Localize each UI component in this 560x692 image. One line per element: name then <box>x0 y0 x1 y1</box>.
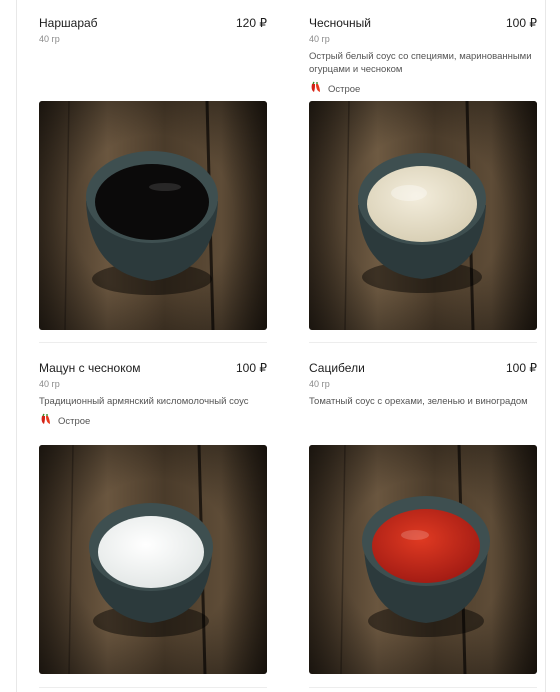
card-divider <box>309 687 537 688</box>
card-divider <box>309 342 537 343</box>
product-price: 100 ₽ <box>236 361 267 375</box>
product-card[interactable]: Сацибели 100 ₽ 40 гр Томатный соус с оре… <box>309 361 537 408</box>
product-card[interactable]: Наршараб 120 ₽ 40 гр <box>39 16 267 46</box>
product-card[interactable]: Чесночный 100 ₽ 40 гр Острый белый соус … <box>309 16 537 96</box>
spicy-badge: Острое <box>39 412 267 430</box>
product-price: 100 ₽ <box>506 361 537 375</box>
product-photo[interactable] <box>39 101 267 330</box>
card-divider <box>39 687 267 688</box>
product-photo[interactable] <box>309 101 537 330</box>
card-divider <box>39 342 267 343</box>
product-description: Острый белый соус со специями, маринован… <box>309 51 532 75</box>
product-name: Мацун с чесноком <box>39 361 141 375</box>
chili-pepper-icon <box>309 80 325 98</box>
product-weight: 40 гр <box>39 34 60 44</box>
chili-pepper-icon <box>39 412 55 430</box>
product-price: 120 ₽ <box>236 16 267 30</box>
spicy-badge: Острое <box>309 80 537 98</box>
product-weight: 40 гр <box>39 379 60 389</box>
product-photo[interactable] <box>309 445 537 674</box>
product-photo[interactable] <box>39 445 267 674</box>
product-weight: 40 гр <box>309 34 330 44</box>
product-description: Традиционный армянский кисломолочный соу… <box>39 396 249 407</box>
product-name: Наршараб <box>39 16 98 30</box>
spicy-label: Острое <box>58 415 91 427</box>
product-name: Сацибели <box>309 361 365 375</box>
product-name: Чесночный <box>309 16 371 30</box>
product-description: Томатный соус с орехами, зеленью и виног… <box>309 396 528 407</box>
product-weight: 40 гр <box>309 379 330 389</box>
product-price: 100 ₽ <box>506 16 537 30</box>
spicy-label: Острое <box>328 83 361 95</box>
product-card[interactable]: Мацун с чесноком 100 ₽ 40 гр Традиционны… <box>39 361 267 428</box>
